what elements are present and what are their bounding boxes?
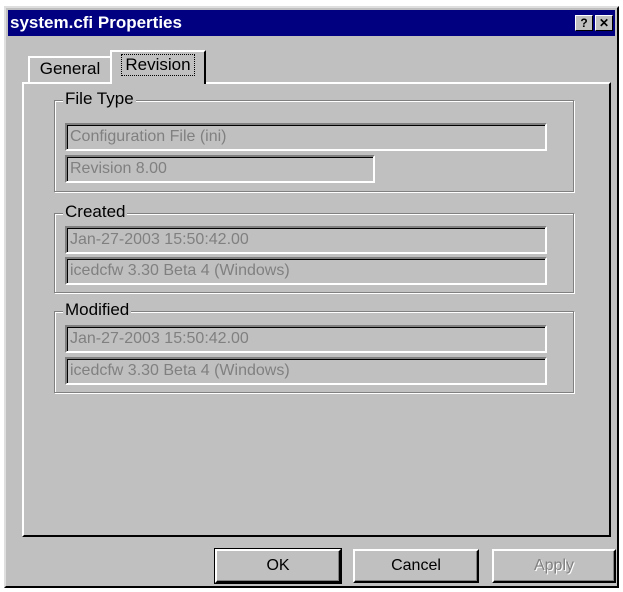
apply-button[interactable]: Apply	[492, 549, 616, 583]
tab-general-label: General	[39, 59, 101, 78]
created-group: Created Jan-27-2003 15:50:42.00 icedcfw …	[54, 202, 574, 293]
cancel-button[interactable]: Cancel	[353, 549, 479, 583]
tab-general[interactable]: General	[28, 56, 112, 82]
created-date-field: Jan-27-2003 15:50:42.00	[65, 226, 547, 254]
file-type-group: File Type Configuration File (ini) Revis…	[54, 89, 574, 192]
modified-app-field: icedcfw 3.30 Beta 4 (Windows)	[65, 357, 547, 385]
revision-tab-panel: File Type Configuration File (ini) Revis…	[22, 82, 611, 537]
revision-field: Revision 8.00	[65, 155, 375, 183]
title-bar[interactable]: system.cfi Properties ? ✕	[8, 10, 615, 36]
help-button[interactable]: ?	[575, 15, 593, 31]
file-type-legend: File Type	[63, 89, 136, 109]
properties-dialog: system.cfi Properties ? ✕ General Revisi…	[4, 6, 619, 588]
modified-date-field: Jan-27-2003 15:50:42.00	[65, 325, 547, 353]
tab-revision[interactable]: Revision	[110, 50, 206, 84]
help-icon: ?	[580, 16, 588, 30]
close-button[interactable]: ✕	[595, 15, 613, 31]
close-icon: ✕	[598, 16, 610, 30]
modified-legend: Modified	[63, 300, 132, 320]
created-app-field: icedcfw 3.30 Beta 4 (Windows)	[65, 257, 547, 285]
tab-revision-label: Revision	[121, 54, 195, 76]
created-legend: Created	[63, 202, 128, 222]
window-title: system.cfi Properties	[10, 13, 182, 32]
ok-button[interactable]: OK	[214, 548, 342, 584]
modified-group: Modified Jan-27-2003 15:50:42.00 icedcfw…	[54, 300, 574, 393]
file-type-field: Configuration File (ini)	[65, 123, 547, 151]
